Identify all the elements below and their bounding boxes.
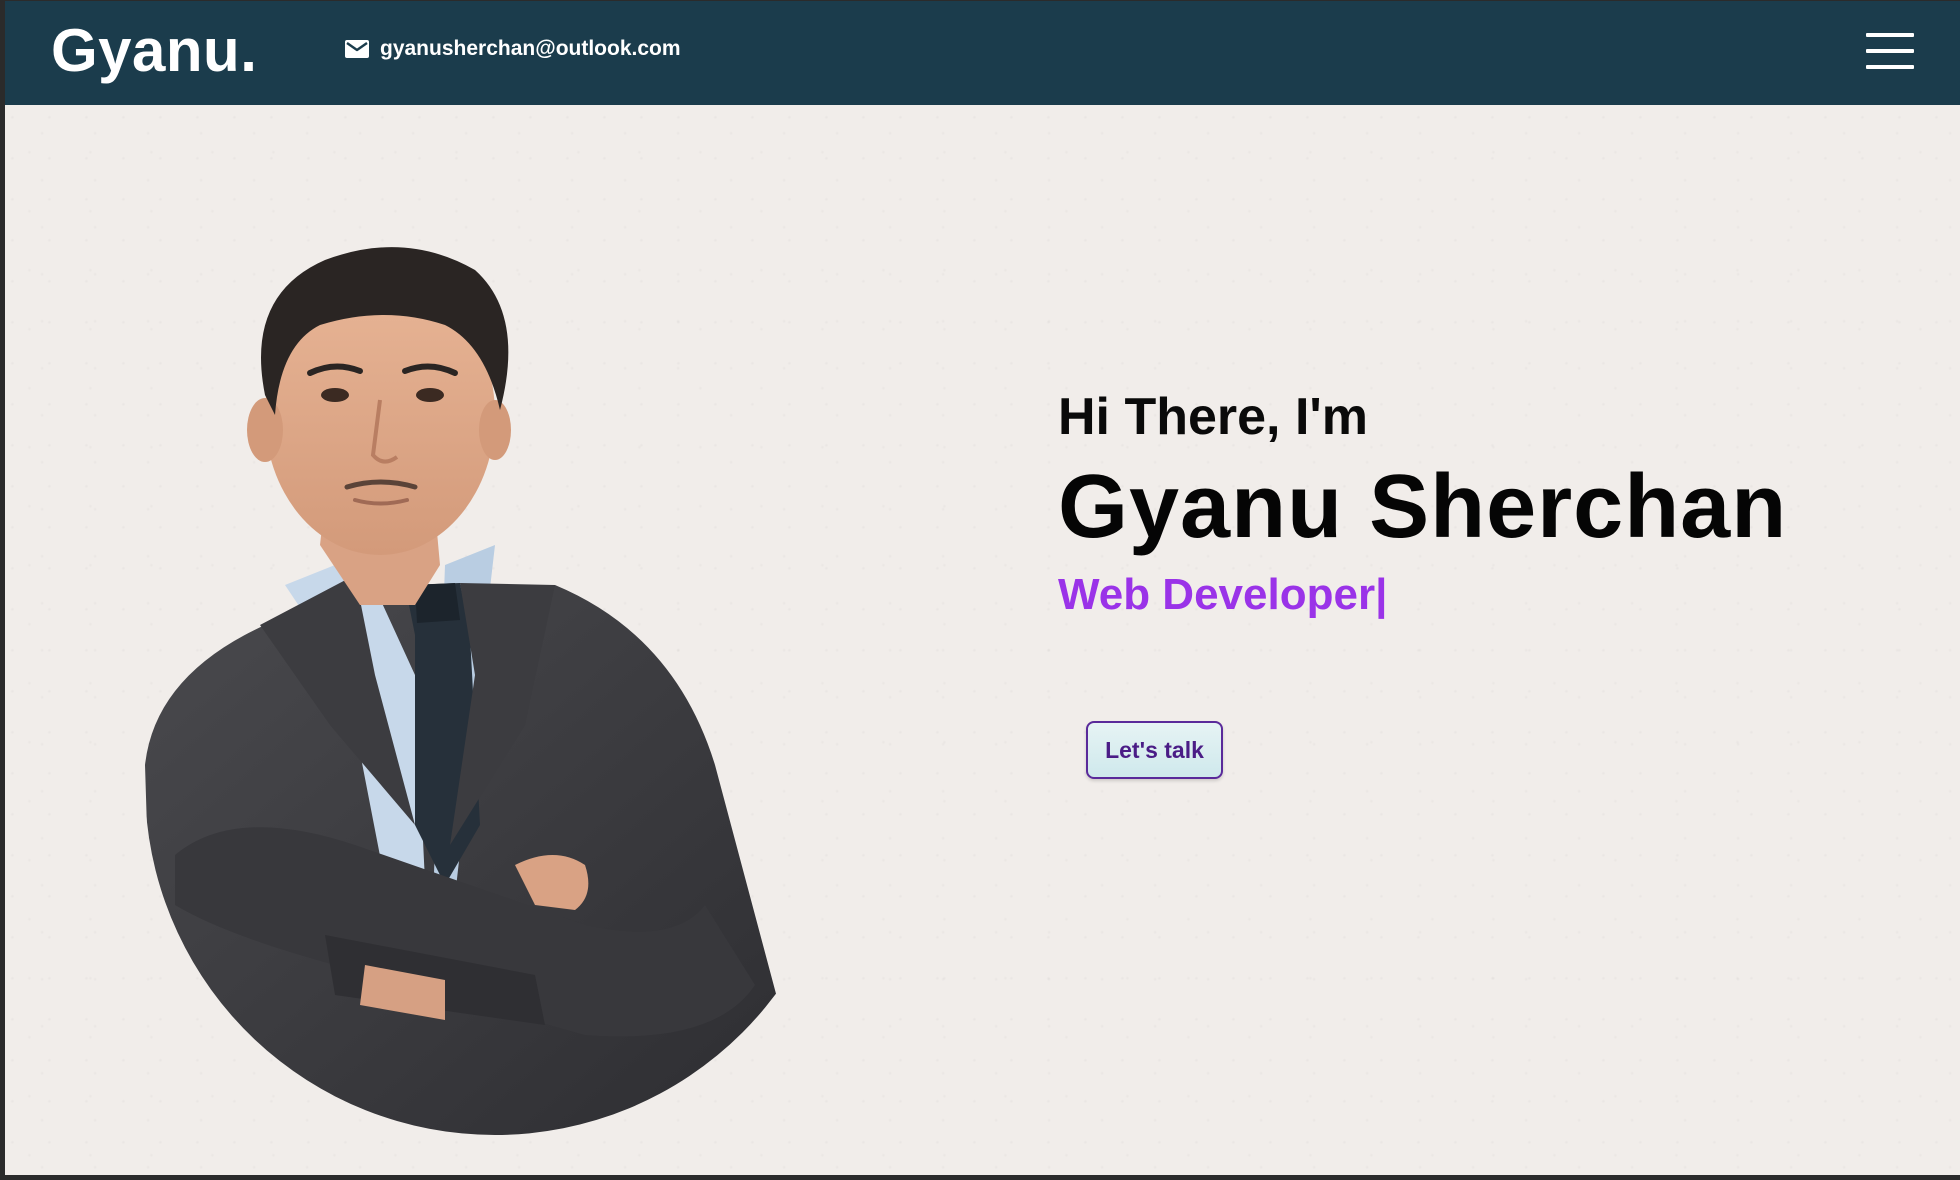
email-link[interactable]: gyanusherchan@outlook.com [345, 37, 681, 61]
page: Gyanu. gyanusherchan@outlook.com Hi Ther… [5, 1, 1960, 1175]
hero-section: Hi There, I'm Gyanu Sherchan Web Develop… [5, 105, 1960, 1175]
navbar: Gyanu. gyanusherchan@outlook.com [5, 1, 1960, 105]
hamburger-menu-icon[interactable] [1866, 31, 1914, 71]
hero-text: Hi There, I'm Gyanu Sherchan Web Develop… [1058, 387, 1787, 623]
menu-bar [1866, 49, 1914, 53]
profile-photo [145, 247, 795, 1135]
mail-icon [345, 40, 369, 58]
menu-bar [1866, 33, 1914, 37]
lets-talk-button[interactable]: Let's talk [1086, 721, 1223, 779]
site-logo[interactable]: Gyanu. [51, 15, 257, 87]
hero-greeting: Hi There, I'm [1058, 388, 1368, 446]
menu-bar [1866, 65, 1914, 69]
hero-role-typing: Web Developer| [1058, 570, 1388, 619]
email-address: gyanusherchan@outlook.com [380, 37, 681, 60]
hero-name: Gyanu Sherchan [1058, 457, 1788, 557]
